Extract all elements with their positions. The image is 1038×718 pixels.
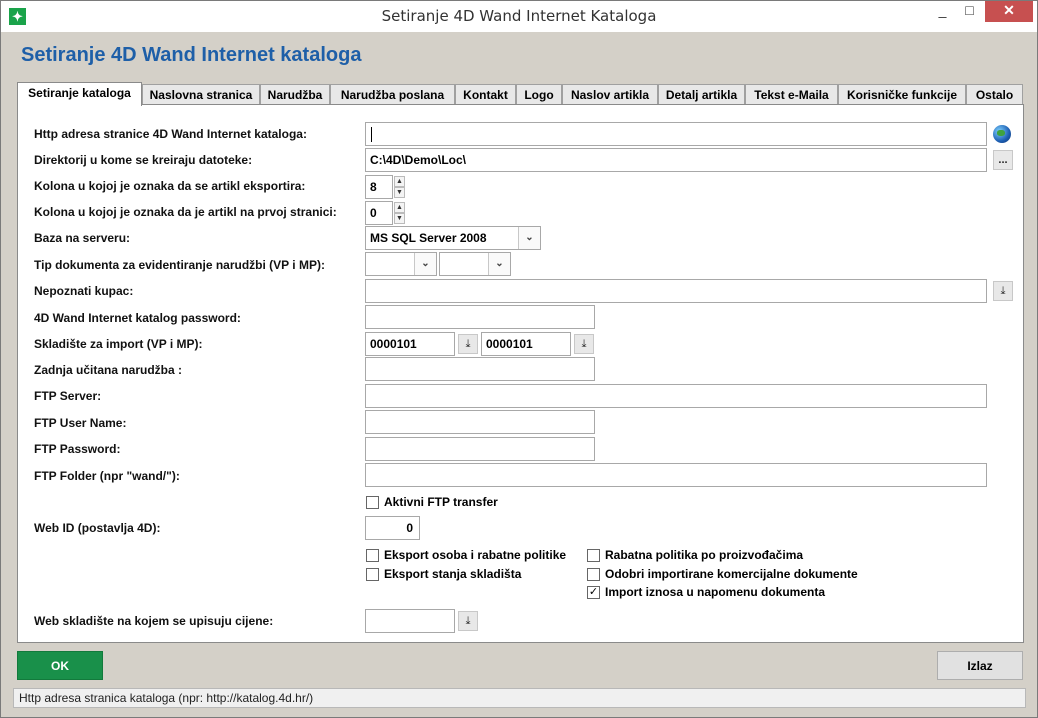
ftp-folder-input[interactable] [365,463,987,487]
download-icon[interactable]: ⤓ [458,334,478,354]
export-stock-label[interactable]: Eksport stanja skladišta [384,567,521,581]
download-icon[interactable]: ⤓ [458,611,478,631]
ftp-user-label: FTP User Name: [34,416,127,430]
spin-down-icon[interactable]: ▼ [394,213,405,224]
tab-naslov-artikla[interactable]: Naslov artikla [562,84,658,106]
catalog-password-input[interactable] [365,305,595,329]
tab-setiranje-kataloga[interactable]: Setiranje kataloga [17,82,142,106]
check-icon: ✓ [588,586,599,598]
warehouse-import-vp-input[interactable]: 0000101 [365,332,455,356]
chevron-down-icon[interactable]: ⌄ [518,227,540,249]
warehouse-import-mp-input[interactable]: 0000101 [481,332,571,356]
chevron-down-icon[interactable]: ⌄ [488,253,510,275]
exit-button[interactable]: Izlaz [937,651,1023,680]
server-db-value: MS SQL Server 2008 [370,231,487,245]
first-page-column-label: Kolona u kojoj je oznaka da je artikl na… [34,205,337,219]
ftp-server-input[interactable] [365,384,987,408]
web-warehouse-label: Web skladište na kojem se upisuju cijene… [34,614,274,628]
globe-icon[interactable] [993,125,1011,143]
text-caret [371,127,372,143]
tab-tekst-emaila[interactable]: Tekst e-Maila [745,84,838,106]
http-address-input[interactable] [365,122,987,146]
spin-down-icon[interactable]: ▼ [394,187,405,198]
tab-logo[interactable]: Logo [516,84,562,106]
title-bar: ✦ Setiranje 4D Wand Internet Kataloga _ … [1,1,1037,32]
unknown-customer-label: Nepoznati kupac: [34,284,134,298]
close-button[interactable]: ✕ [985,1,1033,22]
download-icon[interactable]: ⤓ [574,334,594,354]
tab-narudzba[interactable]: Narudžba [260,84,330,106]
export-persons-label[interactable]: Eksport osoba i rabatne politike [384,548,566,562]
status-bar: Http adresa stranica kataloga (npr: http… [13,688,1026,708]
directory-input[interactable]: C:\4D\Demo\Loc\ [365,148,987,172]
directory-label: Direktorij u kome se kreiraju datoteke: [34,153,253,167]
tab-narudzba-poslana[interactable]: Narudžba poslana [330,84,455,106]
rebate-by-manufacturer-label[interactable]: Rabatna politika po proizvođačima [605,548,803,562]
maximize-button[interactable]: □ [956,1,983,22]
first-page-column-stepper[interactable]: ▲ ▼ [394,202,405,224]
web-warehouse-input[interactable] [365,609,455,633]
browse-directory-button[interactable]: ... [993,150,1013,170]
export-stock-checkbox[interactable] [366,568,379,581]
last-order-input[interactable] [365,357,595,381]
tab-detalj-artikla[interactable]: Detalj artikla [658,84,745,106]
import-amount-note-label[interactable]: Import iznosa u napomenu dokumenta [605,585,825,599]
tab-naslovna-stranica[interactable]: Naslovna stranica [142,84,260,106]
ftp-password-label: FTP Password: [34,442,121,456]
approve-imported-label[interactable]: Odobri importirane komercijalne dokument… [605,567,858,581]
approve-imported-checkbox[interactable] [587,568,600,581]
export-column-input[interactable]: 8 [365,175,393,199]
catalog-password-label: 4D Wand Internet katalog password: [34,311,241,325]
web-id-label: Web ID (postavlja 4D): [34,521,161,535]
spin-up-icon[interactable]: ▲ [394,176,405,187]
active-ftp-label[interactable]: Aktivni FTP transfer [384,495,498,509]
ftp-server-label: FTP Server: [34,389,102,403]
settings-panel: Http adresa stranice 4D Wand Internet ka… [17,104,1024,643]
ok-button[interactable]: OK [17,651,103,680]
unknown-customer-input[interactable] [365,279,987,303]
server-db-label: Baza na serveru: [34,231,131,245]
doc-type-label: Tip dokumenta za evidentiranje narudžbi … [34,258,325,272]
doc-type-vp-select[interactable]: ⌄ [365,252,437,276]
http-address-label: Http adresa stranice 4D Wand Internet ka… [34,127,307,141]
tab-korisnicke-funkcije[interactable]: Korisničke funkcije [838,84,966,106]
server-db-select[interactable]: MS SQL Server 2008 ⌄ [365,226,541,250]
download-icon[interactable]: ⤓ [993,281,1013,301]
spin-up-icon[interactable]: ▲ [394,202,405,213]
active-ftp-checkbox[interactable] [366,496,379,509]
dialog-client: Setiranje 4D Wand Internet kataloga Seti… [9,32,1031,713]
tab-ostalo[interactable]: Ostalo [966,84,1023,106]
main-window: ✦ Setiranje 4D Wand Internet Kataloga _ … [0,0,1038,718]
doc-type-mp-select[interactable]: ⌄ [439,252,511,276]
ftp-user-input[interactable] [365,410,595,434]
ftp-folder-label: FTP Folder (npr "wand/"): [34,469,180,483]
chevron-down-icon[interactable]: ⌄ [414,253,436,275]
web-id-input[interactable]: 0 [365,516,420,540]
export-column-stepper[interactable]: ▲ ▼ [394,176,405,198]
window-title: Setiranje 4D Wand Internet Kataloga [381,7,657,25]
first-page-column-input[interactable]: 0 [365,201,393,225]
ftp-password-input[interactable] [365,437,595,461]
export-persons-checkbox[interactable] [366,549,379,562]
tab-kontakt[interactable]: Kontakt [455,84,516,106]
import-amount-note-checkbox[interactable]: ✓ [587,586,600,599]
page-title: Setiranje 4D Wand Internet kataloga [21,44,362,66]
rebate-by-manufacturer-checkbox[interactable] [587,549,600,562]
warehouse-import-label: Skladište za import (VP i MP): [34,337,203,351]
minimize-button[interactable]: _ [929,1,956,22]
export-column-label: Kolona u kojoj je oznaka da se artikl ek… [34,179,306,193]
last-order-label: Zadnja učitana narudžba : [34,363,183,377]
